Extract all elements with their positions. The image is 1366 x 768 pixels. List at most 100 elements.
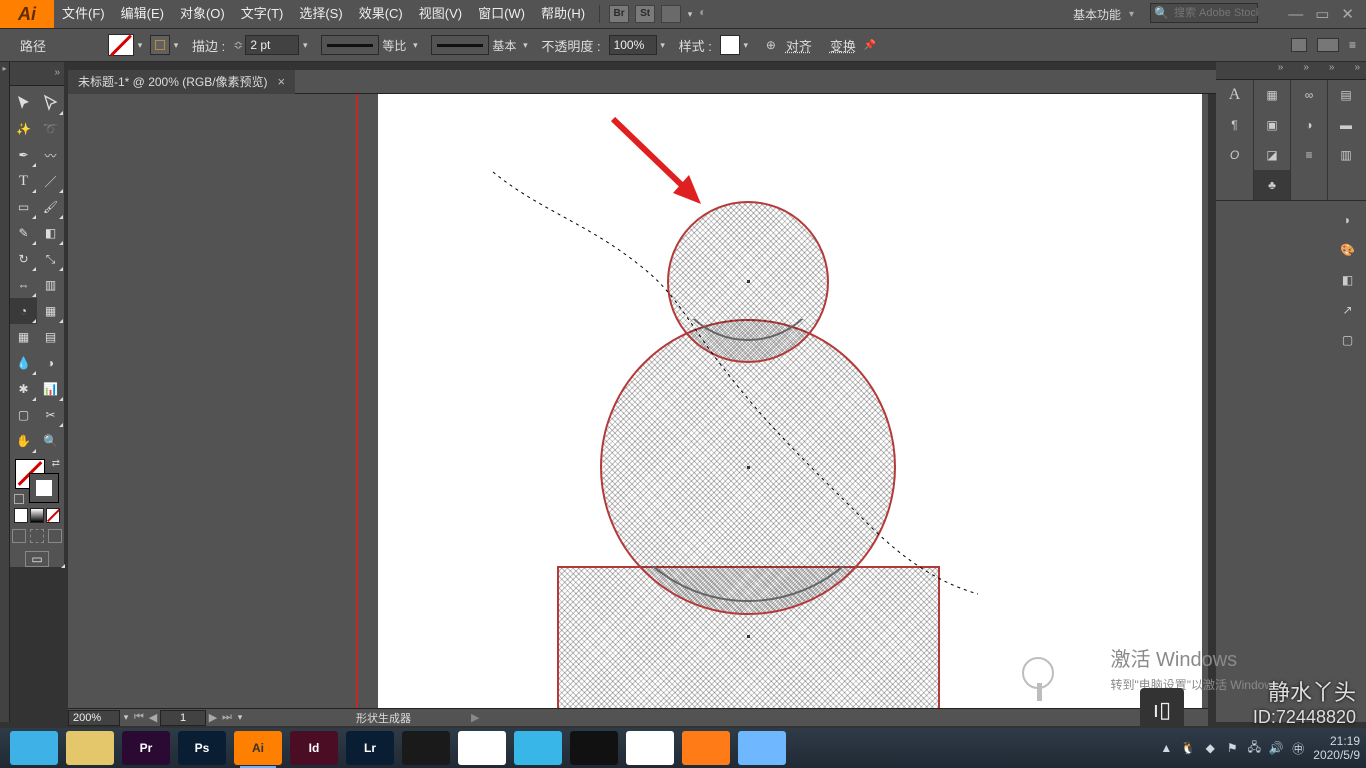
color-mode-gradient[interactable]	[30, 508, 44, 523]
zoom-tool[interactable]: 🔍	[37, 428, 64, 454]
line-tool[interactable]: ／	[37, 168, 64, 194]
rectangle-tool[interactable]: ▭	[10, 194, 37, 220]
close-icon[interactable]: ×	[278, 70, 286, 94]
stroke-panel-icon[interactable]: ≡	[1291, 140, 1328, 170]
stock-search[interactable]: 🔍	[1150, 3, 1258, 23]
stock-icon[interactable]: St	[635, 5, 655, 23]
artboard[interactable]	[378, 94, 1202, 708]
arrange-docs-icon[interactable]	[661, 5, 681, 23]
status-disclosure-icon[interactable]: ▶	[471, 711, 479, 724]
anchor-point[interactable]	[747, 635, 750, 638]
anchor-point[interactable]	[747, 466, 750, 469]
stroke-link-icon[interactable]: ≎	[233, 38, 243, 52]
style-swatch[interactable]	[720, 35, 740, 55]
taskbar-app[interactable]: Id	[290, 731, 338, 765]
menu-edit[interactable]: 编辑(E)	[113, 0, 172, 28]
tray-volume-icon[interactable]: 🔊	[1269, 741, 1283, 755]
layers-panel-icon[interactable]: ◧	[1329, 265, 1366, 295]
gradient-tool[interactable]: ▤	[37, 324, 64, 350]
character-panel-icon[interactable]: A	[1216, 80, 1253, 110]
opentype-panel-icon[interactable]: O	[1216, 140, 1253, 170]
taskbar-app[interactable]: Lr	[346, 731, 394, 765]
free-transform-tool[interactable]: ▥	[37, 272, 64, 298]
close-button[interactable]: ✕	[1341, 5, 1354, 23]
curvature-tool[interactable]: 〰	[37, 142, 64, 168]
width-tool[interactable]: ⇔	[10, 272, 37, 298]
stroke-weight-input[interactable]	[245, 35, 299, 55]
chevron-down-icon[interactable]: ▾	[134, 40, 146, 51]
menu-file[interactable]: 文件(F)	[54, 0, 113, 28]
eraser-tool[interactable]: ◧	[37, 220, 64, 246]
next-artboard-icon[interactable]: ▶	[206, 711, 220, 724]
chevron-down-icon[interactable]: ▾	[657, 40, 669, 51]
tray-clock[interactable]: 21:19 2020/5/9	[1313, 734, 1360, 762]
chevron-down-icon[interactable]: ▾	[170, 40, 182, 51]
taskbar-app[interactable]	[682, 731, 730, 765]
chevron-down-icon[interactable]: ▾	[740, 40, 752, 51]
tray-qq-icon[interactable]: 🐧	[1181, 741, 1195, 755]
menu-help[interactable]: 帮助(H)	[533, 0, 593, 28]
paragraph-panel-icon[interactable]: ¶	[1216, 110, 1253, 140]
last-artboard-icon[interactable]: ⏭	[220, 711, 234, 724]
tools-panel-header[interactable]: »	[10, 62, 64, 86]
color-mode-solid[interactable]	[14, 508, 28, 523]
eyedropper-tool[interactable]: 💧	[10, 350, 37, 376]
scale-tool[interactable]: ⤡	[37, 246, 64, 272]
tray-ime-icon[interactable]: ㊥	[1291, 741, 1305, 755]
ruler-guide-vertical[interactable]	[356, 94, 358, 708]
taskbar-app[interactable]	[626, 731, 674, 765]
taskbar-app[interactable]	[514, 731, 562, 765]
shaper-tool[interactable]: ✎	[10, 220, 37, 246]
draw-behind[interactable]	[30, 529, 44, 543]
zoom-input[interactable]	[68, 710, 120, 726]
blend-tool[interactable]: ◑	[37, 350, 64, 376]
chevron-down-icon[interactable]: ▾	[234, 712, 246, 723]
slice-tool[interactable]: ✂	[37, 402, 64, 428]
recolor-icon[interactable]: ⊕	[766, 38, 776, 52]
taskbar-app[interactable]: Ps	[178, 731, 226, 765]
lasso-tool[interactable]: ➰	[37, 116, 64, 142]
draw-normal[interactable]	[12, 529, 26, 543]
pathfinder-panel-icon[interactable]: ◪	[1254, 140, 1291, 170]
artboards-panel-icon[interactable]: ▢	[1329, 325, 1366, 355]
tray-flag-icon[interactable]: ⚑	[1225, 741, 1239, 755]
brushes-panel-icon[interactable]: ▬	[1328, 110, 1365, 140]
document-tab[interactable]: 未标题-1* @ 200% (RGB/像素预览) ×	[68, 70, 295, 94]
stroke-swatch[interactable]	[150, 35, 170, 55]
swap-fill-stroke-icon[interactable]: ⇄	[52, 458, 60, 469]
align-link[interactable]: 对齐	[786, 36, 812, 55]
chevron-down-icon[interactable]: ▾	[684, 9, 696, 20]
transform-pin-icon[interactable]: 📌	[864, 40, 876, 51]
align-panel-icon[interactable]	[1317, 38, 1339, 52]
gradient-panel-icon[interactable]: ▥	[1328, 140, 1365, 170]
transform-link[interactable]: 变换	[830, 36, 856, 55]
opacity-input[interactable]	[609, 35, 657, 55]
tray-app-icon[interactable]: ◆	[1203, 741, 1217, 755]
menu-view[interactable]: 视图(V)	[411, 0, 470, 28]
taskbar-app[interactable]	[66, 731, 114, 765]
chevron-down-icon[interactable]: ▾	[519, 40, 531, 51]
fill-swatch[interactable]	[108, 34, 134, 56]
menu-select[interactable]: 选择(S)	[291, 0, 350, 28]
taskbar-app[interactable]	[738, 731, 786, 765]
hand-tool[interactable]: ✋	[10, 428, 37, 454]
system-tray[interactable]: ▲ 🐧 ◆ ⚑ 🖧 🔊 ㊥ 21:19 2020/5/9	[1159, 728, 1360, 768]
stock-search-input[interactable]	[1172, 7, 1258, 19]
menu-window[interactable]: 窗口(W)	[470, 0, 533, 28]
maximize-button[interactable]: ▭	[1315, 5, 1329, 23]
color-panel-icon[interactable]: 🎨	[1329, 235, 1366, 265]
magic-wand-tool[interactable]: ✨	[10, 116, 37, 142]
bridge-icon[interactable]: Br	[609, 5, 629, 23]
type-tool[interactable]: T	[10, 168, 37, 194]
taskbar-app[interactable]	[458, 731, 506, 765]
menu-effect[interactable]: 效果(C)	[351, 0, 411, 28]
windows-taskbar[interactable]: PrPsAiIdLr ▲ 🐧 ◆ ⚑ 🖧 🔊 ㊥ 21:19 2020/5/9	[0, 728, 1366, 768]
stroke-profile-preview[interactable]	[321, 35, 379, 55]
screen-mode[interactable]: ▭	[25, 551, 49, 567]
color-themes-panel-icon[interactable]: ◑	[1291, 110, 1328, 140]
pen-tool[interactable]: ✒	[10, 142, 37, 168]
anchor-point[interactable]	[747, 280, 750, 283]
menu-type[interactable]: 文字(T)	[233, 0, 292, 28]
stroke-indicator[interactable]	[29, 473, 59, 503]
color-mode-none[interactable]	[46, 508, 60, 523]
